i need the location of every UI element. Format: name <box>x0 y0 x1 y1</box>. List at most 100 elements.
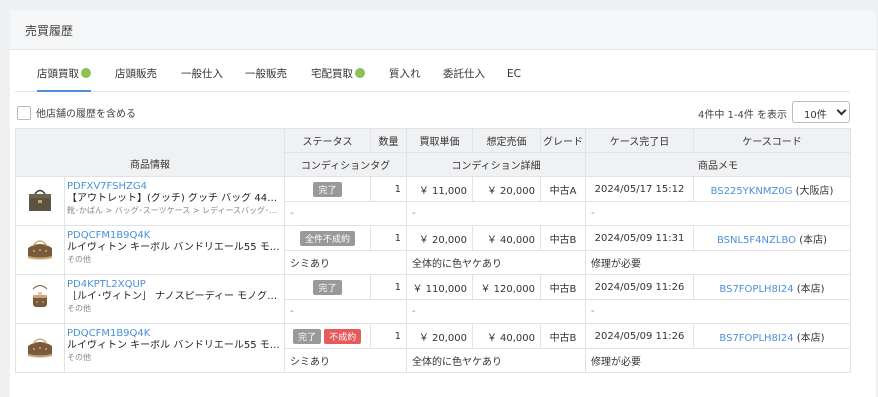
tab-pawn[interactable]: 質入れ <box>389 64 421 92</box>
tab-delivery-purchase[interactable]: 宅配買取 <box>311 64 365 92</box>
status-dot-icon <box>355 68 365 78</box>
condition-detail-cell: 全体的に色ヤケあり <box>406 250 586 275</box>
col-case-code: ケースコード <box>693 128 851 153</box>
status-cell: 完了 不成約 <box>284 323 371 349</box>
store-name: (本店) <box>796 283 825 295</box>
product-name: ［ルイ･ヴィトン］ ナノスピーディー モノグラム ミニバ… <box>67 291 281 302</box>
tab-store-sales[interactable]: 店頭販売 <box>115 64 157 92</box>
status-cell: 完了 <box>284 274 371 300</box>
page-size-value: 10件 <box>804 110 827 121</box>
case-code-link[interactable]: BS225YKNMZ0G <box>711 186 793 197</box>
include-other-stores-label: 他店舗の履歴を含める <box>36 109 136 120</box>
col-qty: 数量 <box>370 128 407 153</box>
tab-ec[interactable]: EC <box>507 64 521 92</box>
status-badge: 全件不成約 <box>299 230 355 246</box>
table-row: PD4KPTL2XQUP ［ルイ･ヴィトン］ ナノスピーディー モノグラム ミニ… <box>15 274 851 324</box>
buy-price-cell: ￥ 110,000 <box>406 274 473 300</box>
store-name: (大阪店) <box>795 185 834 197</box>
tab-label: 一般販売 <box>245 68 287 80</box>
result-count: 4件中 1-4件 を表示 <box>698 110 788 121</box>
expected-price-cell: ￥ 120,000 <box>472 274 541 300</box>
section-title: 売買履歴 <box>10 10 876 50</box>
memo-cell: 修理が必要 <box>585 250 851 275</box>
product-code-link[interactable]: PDFXV7FSHZG4 <box>67 181 281 193</box>
grade-cell: 中古B <box>540 274 586 300</box>
case-code-cell: BSNL5F4NZLBO (本店) <box>693 225 851 251</box>
product-info-cell: PDQCFM1B9Q4K ルイヴィトン キーポル バンドリエール55 モノグラム… <box>64 225 285 275</box>
status-badge: 完了 <box>313 181 342 197</box>
store-name: (本店) <box>796 332 825 344</box>
col-product-info: 商品情報 <box>15 128 285 177</box>
product-info-cell: PD4KPTL2XQUP ［ルイ･ヴィトン］ ナノスピーディー モノグラム ミニ… <box>64 274 285 324</box>
qty-cell: 1 <box>370 176 407 202</box>
condition-tag-cell: - <box>284 201 407 226</box>
product-name: ルイヴィトン キーポル バンドリエール55 モノグラム M… <box>67 340 281 351</box>
case-code-cell: BS7FOPLH8I24 (本店) <box>693 274 851 300</box>
tab-label: 店頭販売 <box>115 68 157 80</box>
condition-detail-cell: - <box>406 299 586 324</box>
expected-price-cell: ￥ 20,000 <box>472 176 541 202</box>
case-code-link[interactable]: BS7FOPLH8I24 <box>719 284 793 295</box>
qty-cell: 1 <box>370 274 407 300</box>
expected-price-cell: ￥ 40,000 <box>472 323 541 349</box>
col-status: ステータス <box>284 128 371 153</box>
include-other-stores[interactable]: 他店舗の履歴を含める <box>17 105 136 120</box>
tab-label: 質入れ <box>389 68 421 80</box>
case-code-cell: BS7FOPLH8I24 (本店) <box>693 323 851 349</box>
col-condition-detail: コンディション詳細 <box>406 152 586 177</box>
product-code-link[interactable]: PD4KPTL2XQUP <box>67 279 281 291</box>
tab-label: EC <box>507 68 521 80</box>
grade-cell: 中古B <box>540 323 586 349</box>
status-badge: 完了 <box>293 328 322 344</box>
product-name: ルイヴィトン キーポル バンドリエール55 モノグラム M… <box>67 242 281 253</box>
grade-cell: 中古A <box>540 176 586 202</box>
store-name: (本店) <box>799 234 828 246</box>
status-cell: 完了 <box>284 176 371 202</box>
tab-label: 宅配買取 <box>311 68 353 80</box>
product-code-link[interactable]: PDQCFM1B9Q4K <box>67 230 281 242</box>
include-other-stores-checkbox[interactable] <box>17 106 31 120</box>
buy-price-cell: ￥ 20,000 <box>406 323 473 349</box>
col-case-done: ケース完了日 <box>585 128 694 153</box>
condition-tag-cell: シミあり <box>284 348 407 373</box>
tab-consignment[interactable]: 委託仕入 <box>443 64 485 92</box>
product-category: その他 <box>67 353 91 362</box>
product-category: 靴･かばん > バッグ･スーツケース > レディースバッグ･財布 > バッグ… <box>67 206 281 215</box>
tab-general-purchase[interactable]: 一般仕入 <box>181 64 223 92</box>
case-code-cell: BS225YKNMZ0G (大阪店) <box>693 176 851 202</box>
product-thumbnail <box>15 225 65 275</box>
product-name: 【アウトレット】(グッチ) グッチ バッグ 449169-98865… <box>67 193 281 204</box>
buy-price-cell: ￥ 20,000 <box>406 225 473 251</box>
product-category: その他 <box>67 304 91 313</box>
condition-tag-cell: シミあり <box>284 250 407 275</box>
status-badge-rejected: 不成約 <box>324 328 362 344</box>
memo-cell: - <box>585 201 851 226</box>
memo-cell: 修理が必要 <box>585 348 851 373</box>
nano-speedy-icon <box>32 284 48 307</box>
product-thumbnail <box>15 274 65 324</box>
buy-price-cell: ￥ 11,000 <box>406 176 473 202</box>
memo-cell: - <box>585 299 851 324</box>
tab-label: 一般仕入 <box>181 68 223 80</box>
col-condition-tag: コンディションタグ <box>284 152 407 177</box>
product-thumbnail <box>15 176 65 226</box>
case-code-link[interactable]: BSNL5F4NZLBO <box>717 235 796 246</box>
status-badge: 完了 <box>313 279 342 295</box>
tab-general-sales[interactable]: 一般販売 <box>245 64 287 92</box>
monogram-duffle-icon <box>28 337 52 357</box>
product-code-link[interactable]: PDQCFM1B9Q4K <box>67 328 281 340</box>
product-thumbnail <box>15 323 65 373</box>
table-row: PDQCFM1B9Q4K ルイヴィトン キーポル バンドリエール55 モノグラム… <box>15 225 851 275</box>
condition-detail-cell: - <box>406 201 586 226</box>
product-info-cell: PDQCFM1B9Q4K ルイヴィトン キーポル バンドリエール55 モノグラム… <box>64 323 285 373</box>
case-done-cell: 2024/05/17 15:12 <box>585 176 694 202</box>
product-info-cell: PDFXV7FSHZG4 【アウトレット】(グッチ) グッチ バッグ 44916… <box>64 176 285 226</box>
tab-label: 委託仕入 <box>443 68 485 80</box>
status-cell: 全件不成約 <box>284 225 371 251</box>
case-code-link[interactable]: BS7FOPLH8I24 <box>719 333 793 344</box>
case-done-cell: 2024/05/09 11:26 <box>585 274 694 300</box>
condition-tag-cell: - <box>284 299 407 324</box>
col-expected-price: 想定売価 <box>472 128 541 153</box>
tab-store-purchase[interactable]: 店頭買取 <box>37 64 91 92</box>
qty-cell: 1 <box>370 225 407 251</box>
